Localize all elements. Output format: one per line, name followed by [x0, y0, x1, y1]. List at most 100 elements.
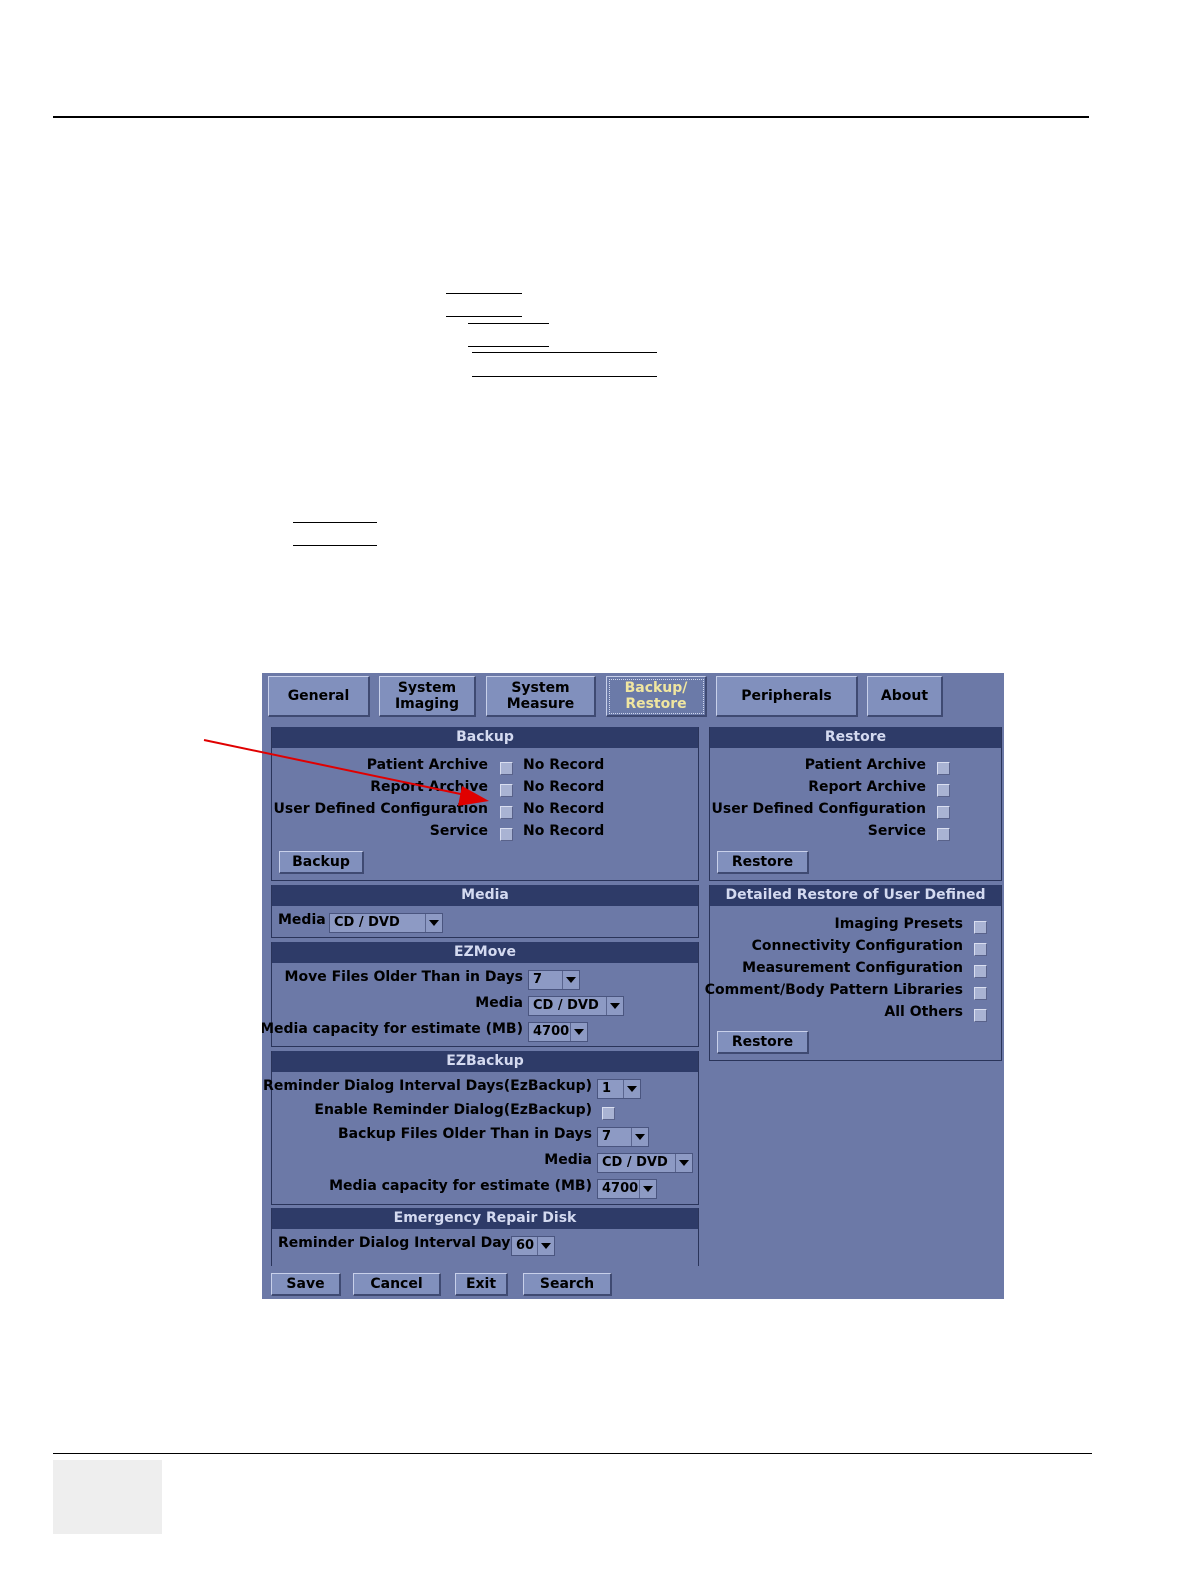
ezbackup-interval-select[interactable]: 1 — [597, 1079, 641, 1099]
comment-body-pattern-checkbox[interactable] — [974, 987, 987, 1000]
tab-backup-restore[interactable]: Backup/ Restore — [606, 676, 707, 717]
ezbackup-media-label: Media — [544, 1152, 592, 1168]
ezbackup-media-value: CD / DVD — [602, 1155, 668, 1170]
chevron-down-icon — [639, 1180, 656, 1198]
erd-interval-value: 60 — [516, 1238, 535, 1253]
ezmove-media-select[interactable]: CD / DVD — [528, 996, 624, 1016]
media-select[interactable]: CD / DVD — [329, 913, 443, 933]
underline-mark — [446, 316, 522, 317]
footer-rule — [53, 1453, 1092, 1454]
underline-mark — [293, 522, 377, 523]
backup-item-label: Service — [429, 823, 488, 839]
chevron-down-icon — [562, 971, 579, 989]
ezmove-days-value: 7 — [533, 972, 543, 987]
search-button[interactable]: Search — [523, 1273, 612, 1296]
exit-button[interactable]: Exit — [455, 1273, 508, 1296]
detailed-restore-item-label: Imaging Presets — [834, 916, 963, 932]
ezbackup-older-value: 7 — [602, 1129, 612, 1144]
backup-item-status: No Record — [523, 757, 605, 773]
backup-panel: Backup Patient Archive No Record Report … — [271, 727, 699, 881]
ezbackup-panel-title: EZBackup — [272, 1051, 698, 1072]
connectivity-configuration-checkbox[interactable] — [974, 943, 987, 956]
ezbackup-enable-checkbox[interactable] — [602, 1107, 615, 1120]
utility-backup-restore-screen: General System Imaging System Measure Ba… — [262, 673, 1004, 1299]
detailed-restore-item-label: Connectivity Configuration — [751, 938, 963, 954]
ezmove-media-value: CD / DVD — [533, 998, 599, 1013]
restore-item-label: Service — [867, 823, 926, 839]
backup-item-status: No Record — [523, 823, 605, 839]
backup-user-config-checkbox[interactable] — [500, 806, 513, 819]
ezmove-row-label: Media — [475, 995, 523, 1011]
tab-system-measure[interactable]: System Measure — [486, 676, 596, 717]
ezmove-panel: EZMove Move Files Older Than in Days 7 M… — [262, 942, 699, 1047]
backup-service-checkbox[interactable] — [500, 828, 513, 841]
underline-mark — [468, 346, 549, 347]
backup-button[interactable]: Backup — [279, 851, 364, 874]
restore-panel: Restore Patient Archive Report Archive U… — [709, 727, 1002, 881]
measurement-configuration-checkbox[interactable] — [974, 965, 987, 978]
underline-mark — [472, 376, 657, 377]
ezbackup-interval-value: 1 — [602, 1081, 612, 1096]
cancel-button[interactable]: Cancel — [353, 1273, 441, 1296]
restore-item-label: Patient Archive — [804, 757, 926, 773]
header-rule — [53, 116, 1089, 118]
restore-item-label: User Defined Configuration — [711, 801, 926, 817]
imaging-presets-checkbox[interactable] — [974, 921, 987, 934]
save-button[interactable]: Save — [271, 1273, 341, 1296]
chevron-down-icon — [537, 1237, 554, 1255]
underline-mark — [468, 323, 549, 324]
chevron-down-icon — [570, 1023, 587, 1041]
ezmove-capacity-value: 4700 — [533, 1024, 570, 1039]
all-others-checkbox[interactable] — [974, 1009, 987, 1022]
erd-interval-label: Reminder Dialog Interval Days — [278, 1235, 519, 1251]
restore-patient-archive-checkbox[interactable] — [937, 762, 950, 775]
ezbackup-interval-label: Reminder Dialog Interval Days(EzBackup) — [263, 1078, 592, 1094]
ezbackup-enable-label: Enable Reminder Dialog(EzBackup) — [314, 1102, 592, 1118]
ezmove-row-label: Media capacity for estimate (MB) — [262, 1021, 523, 1037]
chevron-down-icon — [623, 1080, 640, 1098]
ezbackup-capacity-label: Media capacity for estimate (MB) — [329, 1178, 592, 1194]
detailed-restore-item-label: Comment/Body Pattern Libraries — [704, 982, 963, 998]
chevron-down-icon — [675, 1154, 692, 1172]
media-panel-title: Media — [272, 885, 698, 906]
restore-report-archive-checkbox[interactable] — [937, 784, 950, 797]
ezmove-row-label: Move Files Older Than in Days — [284, 969, 523, 985]
ezmove-capacity-select[interactable]: 4700 — [528, 1022, 588, 1042]
backup-report-archive-checkbox[interactable] — [500, 784, 513, 797]
tab-general[interactable]: General — [268, 676, 370, 717]
backup-item-status: No Record — [523, 779, 605, 795]
backup-patient-archive-checkbox[interactable] — [500, 762, 513, 775]
ezbackup-capacity-value: 4700 — [602, 1181, 639, 1196]
backup-item-label: Report Archive — [370, 779, 488, 795]
backup-panel-title: Backup — [272, 727, 698, 748]
backup-item-label: User Defined Configuration — [273, 801, 488, 817]
detailed-restore-panel: Detailed Restore of User Defined Imaging… — [705, 885, 1002, 1061]
ezbackup-media-select[interactable]: CD / DVD — [597, 1153, 693, 1173]
underline-mark — [293, 545, 377, 546]
chevron-down-icon — [606, 997, 623, 1015]
ezbackup-capacity-select[interactable]: 4700 — [597, 1179, 657, 1199]
underline-mark — [446, 293, 522, 294]
backup-item-label: Patient Archive — [366, 757, 488, 773]
restore-user-config-checkbox[interactable] — [937, 806, 950, 819]
ezbackup-panel: EZBackup Reminder Dialog Interval Days(E… — [263, 1051, 699, 1205]
underline-mark — [472, 352, 657, 353]
ezbackup-older-select[interactable]: 7 — [597, 1127, 649, 1147]
detailed-restore-button[interactable]: Restore — [717, 1031, 809, 1054]
detailed-restore-item-label: All Others — [884, 1004, 963, 1020]
tab-about[interactable]: About — [867, 676, 943, 717]
restore-button[interactable]: Restore — [717, 851, 809, 874]
ezbackup-older-label: Backup Files Older Than in Days — [338, 1126, 592, 1142]
ezmove-days-select[interactable]: 7 — [528, 970, 580, 990]
detailed-restore-item-label: Measurement Configuration — [742, 960, 963, 976]
restore-item-label: Report Archive — [808, 779, 926, 795]
erd-interval-select[interactable]: 60 — [511, 1236, 555, 1256]
chevron-down-icon — [631, 1128, 648, 1146]
tab-peripherals[interactable]: Peripherals — [716, 676, 858, 717]
restore-service-checkbox[interactable] — [937, 828, 950, 841]
backup-item-status: No Record — [523, 801, 605, 817]
media-panel: Media Media CD / DVD — [271, 885, 699, 938]
media-select-value: CD / DVD — [334, 915, 400, 930]
footer-box — [53, 1460, 162, 1534]
tab-system-imaging[interactable]: System Imaging — [379, 676, 476, 717]
